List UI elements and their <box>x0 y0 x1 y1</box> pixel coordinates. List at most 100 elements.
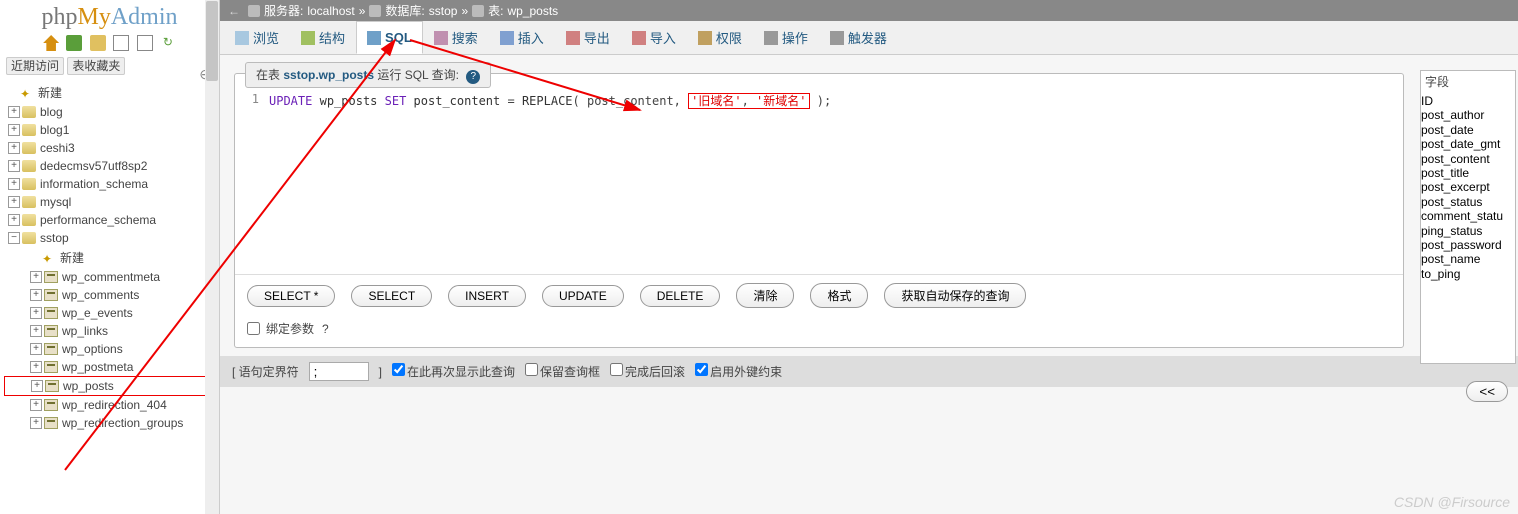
tab-triggers[interactable]: 触发器 <box>819 21 898 54</box>
docs-icon[interactable] <box>90 35 106 51</box>
crumb-server[interactable]: localhost <box>307 4 354 18</box>
nav-back-icon[interactable]: ← <box>228 4 240 18</box>
tree-db-information_schema[interactable]: +information_schema <box>4 175 219 193</box>
select-star-button[interactable]: SELECT * <box>247 285 335 307</box>
tree-table-wp_links[interactable]: +wp_links <box>4 322 219 340</box>
table-icon <box>44 343 58 355</box>
fields-select[interactable]: IDpost_authorpost_datepost_date_gmtpost_… <box>1421 94 1515 314</box>
expand-icon[interactable]: + <box>30 289 42 301</box>
tab-privileges[interactable]: 权限 <box>687 21 753 54</box>
tree-db-sstop[interactable]: −sstop <box>4 229 219 247</box>
field-option[interactable]: comment_statu <box>1421 209 1515 223</box>
expand-icon[interactable]: + <box>8 214 20 226</box>
field-option[interactable]: ping_status <box>1421 224 1515 238</box>
tree-db-ceshi3[interactable]: +ceshi3 <box>4 139 219 157</box>
expand-icon[interactable]: + <box>30 417 42 429</box>
fields-panel: 字段 IDpost_authorpost_datepost_date_gmtpo… <box>1420 70 1516 364</box>
tab-import[interactable]: 导入 <box>621 21 687 54</box>
field-option[interactable]: post_excerpt <box>1421 180 1515 194</box>
tree-db-blog[interactable]: +blog <box>4 103 219 121</box>
rollback-checkbox[interactable] <box>610 363 623 376</box>
field-option[interactable]: post_date_gmt <box>1421 137 1515 151</box>
help-icon[interactable]: ? <box>322 322 329 336</box>
sql-editor[interactable]: UPDATE wp_posts SET post_content = REPLA… <box>265 90 1403 274</box>
select-button[interactable]: SELECT <box>351 285 432 307</box>
expand-icon[interactable]: + <box>30 307 42 319</box>
expand-icon[interactable]: + <box>30 361 42 373</box>
sql-icon[interactable] <box>137 35 153 51</box>
format-button[interactable]: 格式 <box>810 283 868 308</box>
bind-params-checkbox[interactable] <box>247 322 260 335</box>
highlight-box: '旧域名', '新域名' <box>688 93 809 109</box>
field-option[interactable]: post_status <box>1421 195 1515 209</box>
expand-icon[interactable]: + <box>8 106 20 118</box>
tree-db-dedecmsv57utf8sp2[interactable]: +dedecmsv57utf8sp2 <box>4 157 219 175</box>
tab-browse[interactable]: 浏览 <box>224 21 290 54</box>
tree-table-wp_redirection_404[interactable]: +wp_redirection_404 <box>4 396 219 414</box>
tree-db-blog1[interactable]: +blog1 <box>4 121 219 139</box>
help-icon[interactable]: ? <box>466 70 480 84</box>
expand-icon[interactable]: + <box>30 325 42 337</box>
delete-button[interactable]: DELETE <box>640 285 721 307</box>
autosave-button[interactable]: 获取自动保存的查询 <box>884 283 1026 308</box>
tree-table-wp_options[interactable]: +wp_options <box>4 340 219 358</box>
db-icon <box>22 214 36 226</box>
tree-db-performance_schema[interactable]: +performance_schema <box>4 211 219 229</box>
expand-icon[interactable]: + <box>8 142 20 154</box>
keep-box-checkbox[interactable] <box>525 363 538 376</box>
reload-icon[interactable]: ↻ <box>160 35 176 51</box>
tree-table-wp_commentmeta[interactable]: +wp_commentmeta <box>4 268 219 286</box>
field-option[interactable]: post_name <box>1421 252 1515 266</box>
tree-new[interactable]: 新建 <box>4 82 219 103</box>
logout-icon[interactable] <box>66 35 82 51</box>
crumb-db[interactable]: sstop <box>429 4 458 18</box>
tree-table-wp_comments[interactable]: +wp_comments <box>4 286 219 304</box>
field-option[interactable]: post_content <box>1421 152 1515 166</box>
insert-field-button[interactable]: << <box>1466 381 1508 402</box>
settings-icon[interactable] <box>113 35 129 51</box>
expand-icon[interactable]: + <box>8 178 20 190</box>
tab-export[interactable]: 导出 <box>555 21 621 54</box>
fk-checkbox[interactable] <box>695 363 708 376</box>
tab-operations[interactable]: 操作 <box>753 21 819 54</box>
tree-new-table[interactable]: 新建 <box>4 247 219 268</box>
tab-structure[interactable]: 结构 <box>290 21 356 54</box>
tree-table-wp_postmeta[interactable]: +wp_postmeta <box>4 358 219 376</box>
logo[interactable]: phpMyAdmin <box>0 0 219 31</box>
expand-icon[interactable]: + <box>8 160 20 172</box>
favorites-tab[interactable]: 表收藏夹 <box>67 57 125 75</box>
recent-tab[interactable]: 近期访问 <box>6 57 64 75</box>
tab-search[interactable]: 搜索 <box>423 21 489 54</box>
show-again-checkbox[interactable] <box>392 363 405 376</box>
insert-button[interactable]: INSERT <box>448 285 526 307</box>
field-option[interactable]: post_password <box>1421 238 1515 252</box>
expand-icon[interactable]: + <box>30 343 42 355</box>
clear-button[interactable]: 清除 <box>736 283 794 308</box>
expand-icon[interactable]: + <box>30 271 42 283</box>
field-option[interactable]: post_date <box>1421 123 1515 137</box>
expand-icon[interactable]: + <box>8 124 20 136</box>
insert-icon <box>500 31 514 45</box>
collapse-icon[interactable]: − <box>8 232 20 244</box>
field-option[interactable]: post_title <box>1421 166 1515 180</box>
field-option[interactable]: post_author <box>1421 108 1515 122</box>
crumb-table[interactable]: wp_posts <box>507 4 558 18</box>
delimiter-input[interactable] <box>309 362 369 381</box>
browse-icon <box>235 31 249 45</box>
tree-db-mysql[interactable]: +mysql <box>4 193 219 211</box>
tree-table-wp_posts[interactable]: +wp_posts <box>4 376 219 396</box>
export-icon <box>566 31 580 45</box>
expand-icon[interactable]: + <box>30 399 42 411</box>
field-option[interactable]: to_ping <box>1421 267 1515 281</box>
tree-table-wp_redirection_groups[interactable]: +wp_redirection_groups <box>4 414 219 432</box>
tab-insert[interactable]: 插入 <box>489 21 555 54</box>
update-button[interactable]: UPDATE <box>542 285 624 307</box>
tab-sql[interactable]: SQL <box>356 21 423 54</box>
home-icon[interactable] <box>43 35 59 51</box>
expand-icon[interactable]: + <box>31 380 43 392</box>
tree-table-wp_e_events[interactable]: +wp_e_events <box>4 304 219 322</box>
sidebar-scrollbar[interactable] <box>205 0 219 514</box>
field-option[interactable]: ID <box>1421 94 1515 108</box>
expand-icon[interactable]: + <box>8 196 20 208</box>
search-icon <box>434 31 448 45</box>
